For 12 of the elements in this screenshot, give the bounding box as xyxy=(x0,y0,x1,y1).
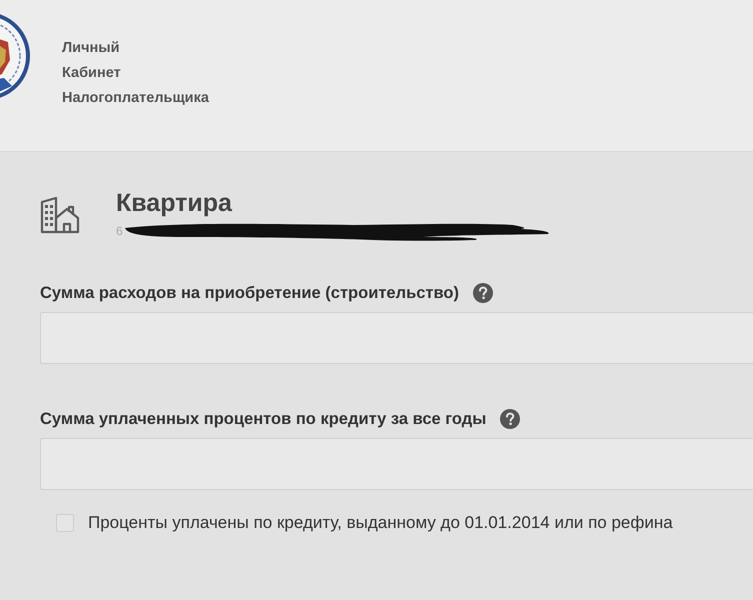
input-field[interactable] xyxy=(40,312,753,364)
property-title: Квартира xyxy=(116,188,233,218)
help-icon[interactable] xyxy=(500,409,520,429)
help-icon[interactable] xyxy=(473,283,493,303)
input-field[interactable] xyxy=(40,438,753,490)
field-label: Сумма уплаченных процентов по кредиту за все годы xyxy=(40,409,486,430)
checkbox-label: Проценты уплачены по кредиту, выданному до 01.01.2014 или по рефина xyxy=(88,512,673,534)
property-address: 6 xyxy=(116,223,123,239)
building-icon xyxy=(40,196,80,234)
checkbox[interactable] xyxy=(56,514,74,532)
site-title: Личный Кабинет Налогоплательщика xyxy=(62,39,209,108)
field-label: Сумма расходов на приобретение (строительство) xyxy=(40,283,459,304)
